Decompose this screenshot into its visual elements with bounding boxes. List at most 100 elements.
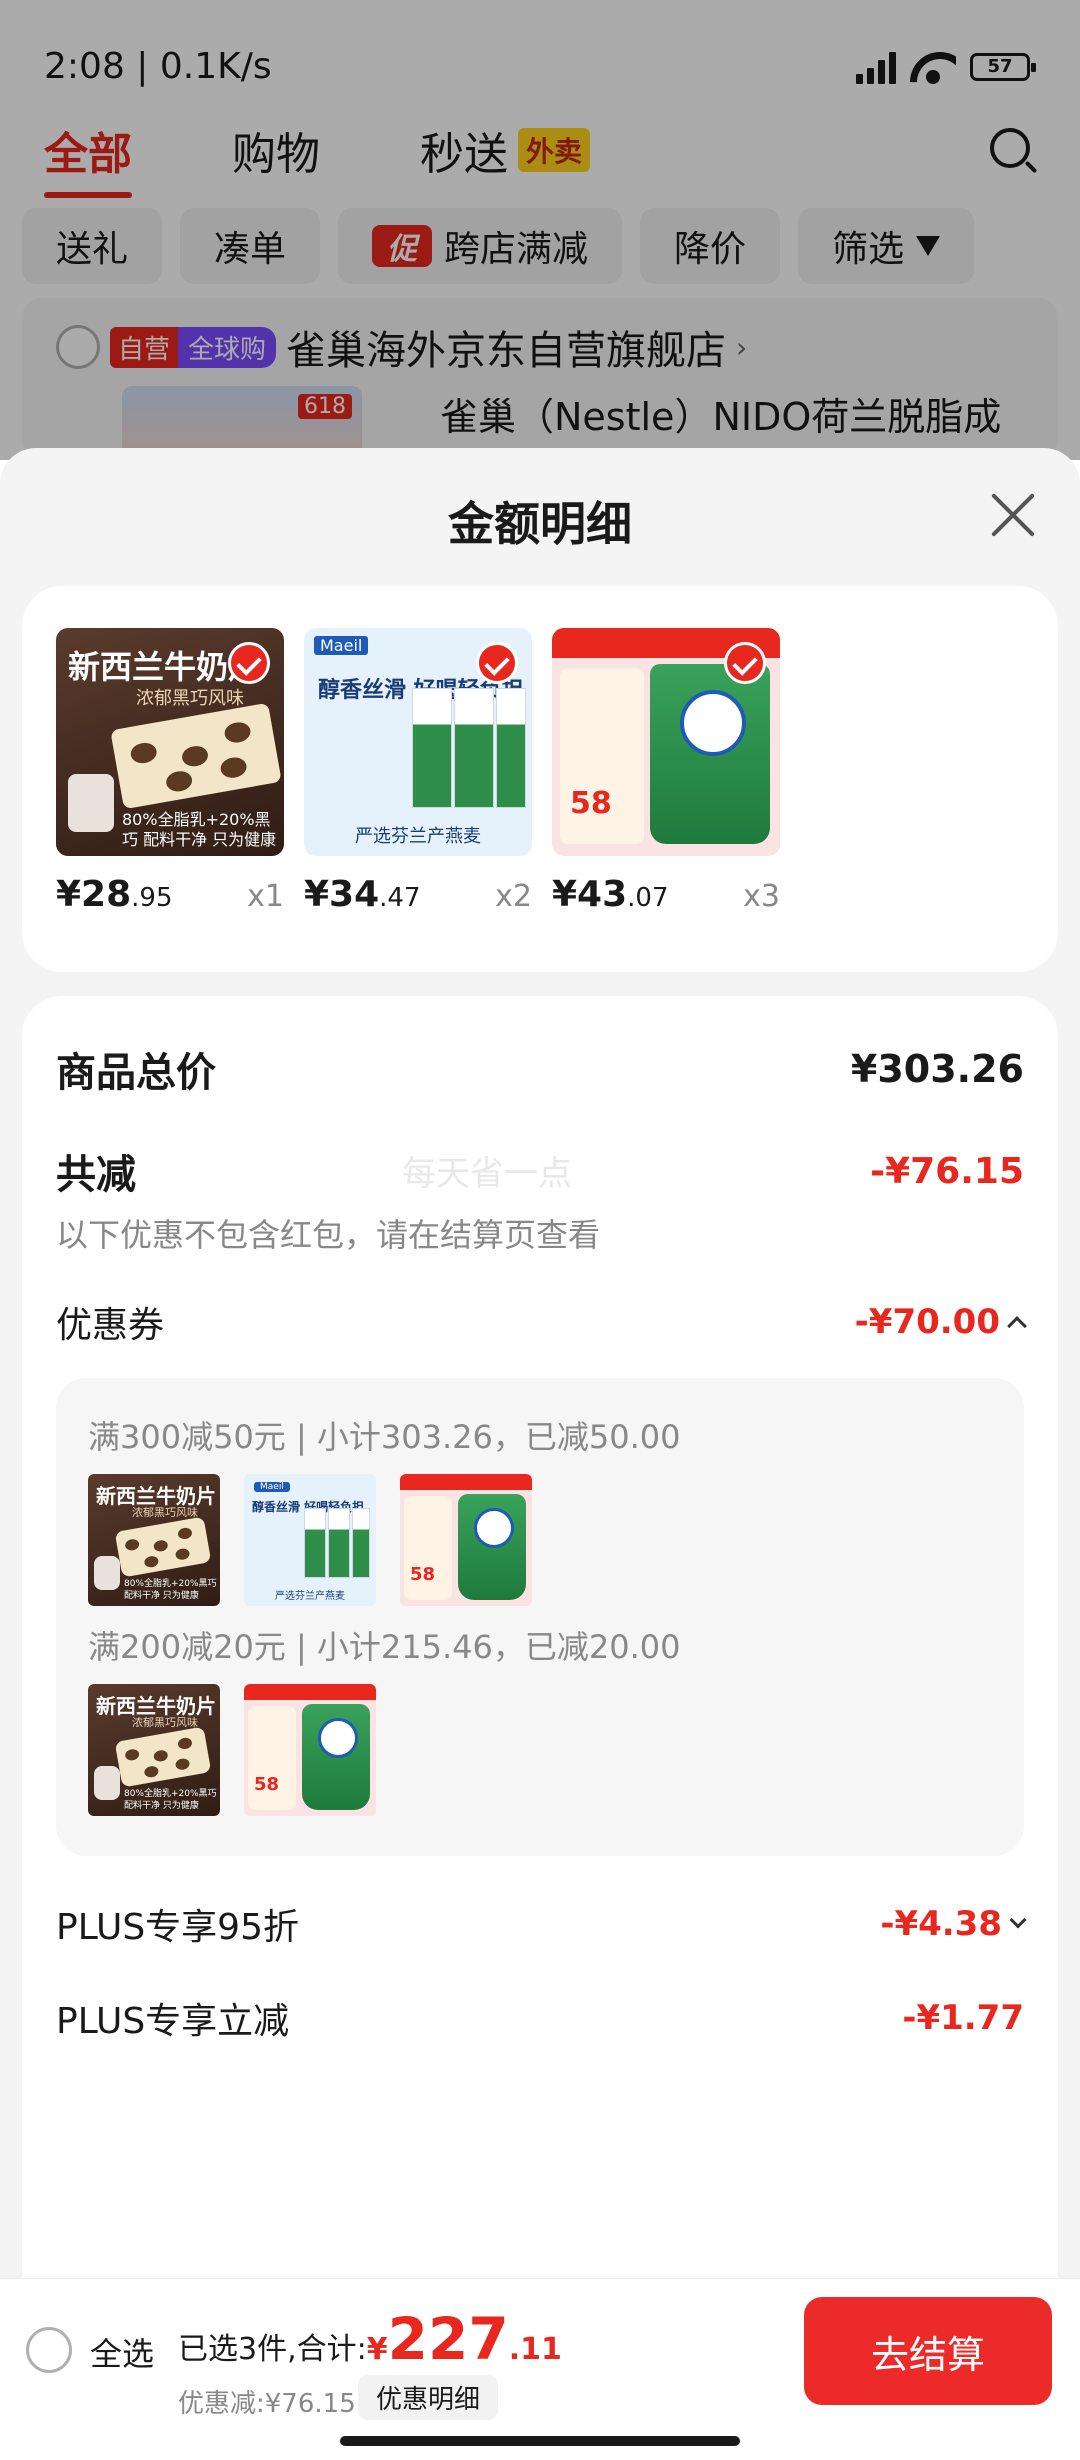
product-item[interactable]: Maeil 醇香丝滑 好喝轻负担 严选芬兰产燕麦 ¥34.47 x2 [304, 628, 532, 915]
product-price: ¥43.07 [552, 874, 669, 915]
coupon-product-thumb: 新西兰牛奶片 浓郁黑巧风味 80%全脂乳+20%黑巧 配料干净 只为健康 [88, 1684, 220, 1816]
milk-powder-bag-graphic [302, 1704, 370, 1810]
milk-slice-graphic [114, 1516, 212, 1578]
plus-discount-value-group[interactable]: -¥4.38 [880, 1904, 1027, 1944]
coupon-detail-box: 满300减50元 | 小计303.26，已减50.00 新西兰牛奶片 浓郁黑巧风… [56, 1378, 1024, 1856]
total-price-label: 商品总价 [56, 1050, 216, 1096]
check-icon [724, 642, 766, 684]
product-item[interactable]: 58 ¥43.07 x3 [552, 628, 780, 915]
promo-band [400, 1474, 532, 1490]
coupon-value: -¥70.00 [854, 1302, 1000, 1342]
img-caption: 严选芬兰产燕麦 [355, 826, 481, 847]
reduce-note: 以下优惠不包含红包，请在结算页查看 [56, 1216, 601, 1254]
plus-discount-row[interactable]: PLUS专享95折 -¥4.38 [56, 1898, 1027, 1950]
carton-graphic [304, 1508, 326, 1578]
check-icon [228, 642, 270, 684]
chevron-down-icon [1009, 1911, 1027, 1929]
sheet-title: 金额明细 [448, 497, 632, 551]
promo-panel: 58 [248, 1706, 296, 1810]
price-int: ¥34 [304, 874, 380, 915]
select-all-radio[interactable] [26, 2327, 72, 2373]
coupon-products: 新西兰牛奶片 浓郁黑巧风味 80%全脂乳+20%黑巧 配料干净 只为健康 58 [88, 1684, 376, 1816]
img-brand: Maeil [254, 1482, 290, 1492]
coupon-rule: 满200减20元 | 小计215.46，已减20.00 [88, 1628, 681, 1666]
coupon-row[interactable]: 优惠券 -¥70.00 [56, 1296, 1027, 1348]
coupon-product-thumb: 58 [400, 1474, 532, 1606]
selected-count-label: 已选3件,合计: [178, 2332, 367, 2367]
amount-detail-card: 商品总价 ¥303.26 每天省一点 共减 -¥76.15 以下优惠不包含红包，… [22, 996, 1058, 2460]
product-image: Maeil 醇香丝滑 好喝轻负担 严选芬兰产燕麦 [304, 628, 532, 856]
total-summary: 已选3件,合计: ¥ 227 .11 [178, 2305, 562, 2373]
coupon-product-thumb: 新西兰牛奶片 浓郁黑巧风味 80%全脂乳+20%黑巧 配料干净 只为健康 [88, 1474, 220, 1606]
selected-products-card: 新西兰牛奶片 浓郁黑巧风味 80%全脂乳+20%黑巧 配料干净 只为健康 ¥28… [22, 586, 1058, 972]
product-price-row: ¥34.47 x2 [304, 874, 532, 915]
product-qty: x3 [743, 879, 780, 914]
img-caption: 80%全脂乳+20%黑巧 配料干净 只为健康 [122, 810, 277, 849]
price-dec: .47 [379, 883, 421, 913]
img-subtitle: 浓郁黑巧风味 [136, 688, 244, 709]
img-brand: Maeil [314, 636, 369, 655]
coupon-value-group[interactable]: -¥70.00 [854, 1302, 1027, 1342]
total-int: 227 [387, 2305, 509, 2373]
price-int: ¥28 [56, 874, 132, 915]
discount-detail-button[interactable]: 优惠明细 [358, 2375, 499, 2420]
milk-powder-bag-graphic [650, 664, 770, 844]
close-icon[interactable] [988, 490, 1038, 540]
product-price: ¥34.47 [304, 874, 421, 915]
coupon-product-thumb: Maeil 醇香丝滑 好喝轻负担 严选芬兰产燕麦 [244, 1474, 376, 1606]
checkout-bar: 全选 已选3件,合计: ¥ 227 .11 优惠减:¥76.15 优惠明细 去结… [0, 2278, 1080, 2460]
coupon-product-thumb: 58 [244, 1684, 376, 1816]
plus-discount-value: -¥4.38 [880, 1904, 1002, 1944]
product-qty: x1 [247, 879, 284, 914]
plus-instant-value: -¥1.77 [902, 1998, 1024, 2038]
coupon-rule: 满300减50元 | 小计303.26，已减50.00 [88, 1418, 681, 1456]
milk-slice-graphic [110, 702, 282, 810]
check-icon [476, 642, 518, 684]
carton-graphic [412, 688, 452, 808]
total-price-value: ¥303.26 [850, 1047, 1024, 1091]
product-price-row: ¥28.95 x1 [56, 874, 284, 915]
jar-graphic [94, 1556, 120, 1590]
promo-panel: 58 [404, 1496, 452, 1600]
jar-graphic [94, 1766, 120, 1800]
coupon-products: 新西兰牛奶片 浓郁黑巧风味 80%全脂乳+20%黑巧 配料干净 只为健康 Mae… [88, 1474, 532, 1606]
coupon-label: 优惠券 [56, 1305, 165, 1346]
product-qty: x2 [495, 879, 532, 914]
product-price: ¥28.95 [56, 874, 173, 915]
price-dec: .07 [627, 883, 669, 913]
img-badge: 58 [410, 1564, 436, 1585]
img-caption: 80%全脂乳+20%黑巧 配料干净 只为健康 [124, 1579, 217, 1601]
reduce-label: 共减 [56, 1152, 136, 1198]
checkout-button[interactable]: 去结算 [804, 2297, 1052, 2405]
chevron-up-icon [1007, 1316, 1027, 1336]
carton-graphic [328, 1508, 350, 1578]
img-caption: 80%全脂乳+20%黑巧 配料干净 只为健康 [124, 1789, 217, 1811]
carton-graphic [496, 688, 526, 808]
amount-detail-sheet: 金额明细 新西兰牛奶片 浓郁黑巧风味 80%全脂乳+20%黑巧 配料干净 只为健… [0, 448, 1080, 2460]
img-subtitle: 浓郁黑巧风味 [132, 1716, 198, 1729]
total-dec: .11 [508, 2332, 562, 2367]
img-badge: 58 [254, 1774, 280, 1795]
jar-graphic [68, 774, 114, 832]
price-dec: .95 [131, 883, 173, 913]
reduce-value: -¥76.15 [870, 1150, 1024, 1192]
home-indicator[interactable] [340, 2436, 740, 2446]
img-subtitle: 浓郁黑巧风味 [132, 1506, 198, 1519]
overlay-dim[interactable] [0, 0, 1080, 460]
product-image: 58 [552, 628, 780, 856]
total-yen: ¥ [366, 2332, 388, 2367]
plus-instant-row: PLUS专享立减 -¥1.77 [56, 1992, 1024, 2044]
carton-graphic [352, 1508, 370, 1578]
carton-graphic [454, 688, 494, 808]
img-badge: 58 [570, 786, 612, 821]
price-int: ¥43 [552, 874, 628, 915]
total-price-row: 商品总价 ¥303.26 [56, 1040, 1024, 1098]
plus-discount-label: PLUS专享95折 [56, 1907, 299, 1948]
promo-band [244, 1684, 376, 1700]
product-price-row: ¥43.07 x3 [552, 874, 780, 915]
product-item[interactable]: 新西兰牛奶片 浓郁黑巧风味 80%全脂乳+20%黑巧 配料干净 只为健康 ¥28… [56, 628, 284, 915]
discount-text: 优惠减:¥76.15 [178, 2389, 356, 2419]
milk-powder-bag-graphic [458, 1494, 526, 1600]
select-all-label[interactable]: 全选 [90, 2329, 154, 2375]
plus-instant-label: PLUS专享立减 [56, 2001, 290, 2042]
